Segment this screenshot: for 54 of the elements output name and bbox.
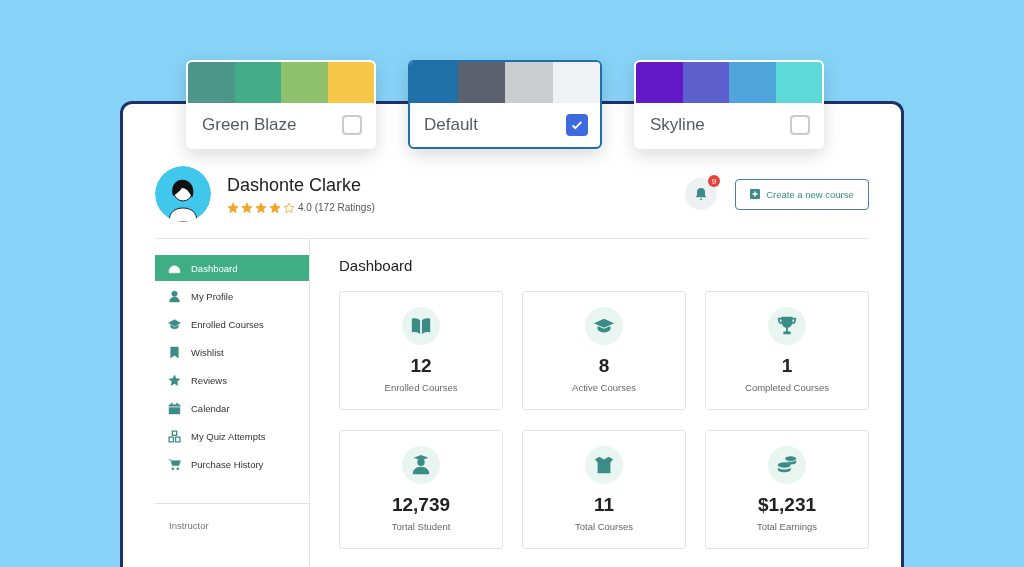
graduation-cap-icon <box>168 317 181 331</box>
theme-name: Green Blaze <box>202 115 297 135</box>
star-icon <box>269 201 281 214</box>
stat-label: Completed Courses <box>745 382 829 393</box>
profile-name: Dashonte Clarke <box>227 174 363 196</box>
theme-card[interactable]: Default <box>408 60 602 149</box>
stat-value: 8 <box>598 355 610 377</box>
create-course-button[interactable]: Create a new course <box>735 178 869 210</box>
sidebar-item[interactable]: Calendar <box>155 395 309 421</box>
stat-value: $1,231 <box>757 494 817 516</box>
sidebar-item[interactable]: Wishlist <box>155 339 309 365</box>
stat-value: 12,739 <box>391 494 451 516</box>
checkbox[interactable] <box>566 114 588 136</box>
star-icon <box>227 201 239 214</box>
book-icon <box>410 315 432 337</box>
bell-icon <box>693 186 709 202</box>
notification-button[interactable]: 9 <box>685 178 717 210</box>
theme-name: Default <box>424 115 478 135</box>
user-icon <box>168 289 181 303</box>
notification-badge: 9 <box>708 175 720 187</box>
sidebar-section-label: Instructor <box>168 519 210 531</box>
stat-value: 1 <box>781 355 793 377</box>
sidebar-item[interactable]: Purchase History <box>155 451 309 477</box>
check-icon <box>570 118 584 132</box>
stat-value: 11 <box>593 494 615 516</box>
stat-label: Tortal Student <box>391 521 451 532</box>
star-icon <box>241 201 253 214</box>
checkbox[interactable] <box>342 115 362 135</box>
star-icon <box>283 201 295 214</box>
stat-label: Active Courses <box>572 382 636 393</box>
checkbox[interactable] <box>790 115 810 135</box>
blocks-icon <box>168 429 181 443</box>
bookmark-icon <box>168 345 181 359</box>
star-icon <box>255 201 267 214</box>
cart-icon <box>168 457 181 471</box>
trophy-icon <box>776 315 798 337</box>
sidebar-item[interactable]: My Quiz Attempts <box>155 423 309 449</box>
sidebar-item[interactable]: Enrolled Courses <box>155 311 309 337</box>
rating-text: 4.0 (172 Ratings) <box>298 202 375 213</box>
sidebar-item[interactable]: Reviews <box>155 367 309 393</box>
plus-square-icon <box>750 189 761 199</box>
stat-label: Total Courses <box>574 521 634 532</box>
stat-label: Enrolled Courses <box>384 382 458 393</box>
theme-card[interactable]: Skyline <box>634 60 824 149</box>
student-icon <box>410 454 432 476</box>
stat-label: Total Earnings <box>756 521 818 532</box>
sidebar-item[interactable]: My Profile <box>155 283 309 309</box>
avatar <box>155 166 211 222</box>
star-icon <box>168 373 181 387</box>
page-title: Dashboard <box>339 257 414 274</box>
theme-name: Skyline <box>650 115 705 135</box>
theme-card[interactable]: Green Blaze <box>186 60 376 149</box>
calendar-icon <box>168 401 181 415</box>
stat-value: 12 <box>410 355 432 377</box>
